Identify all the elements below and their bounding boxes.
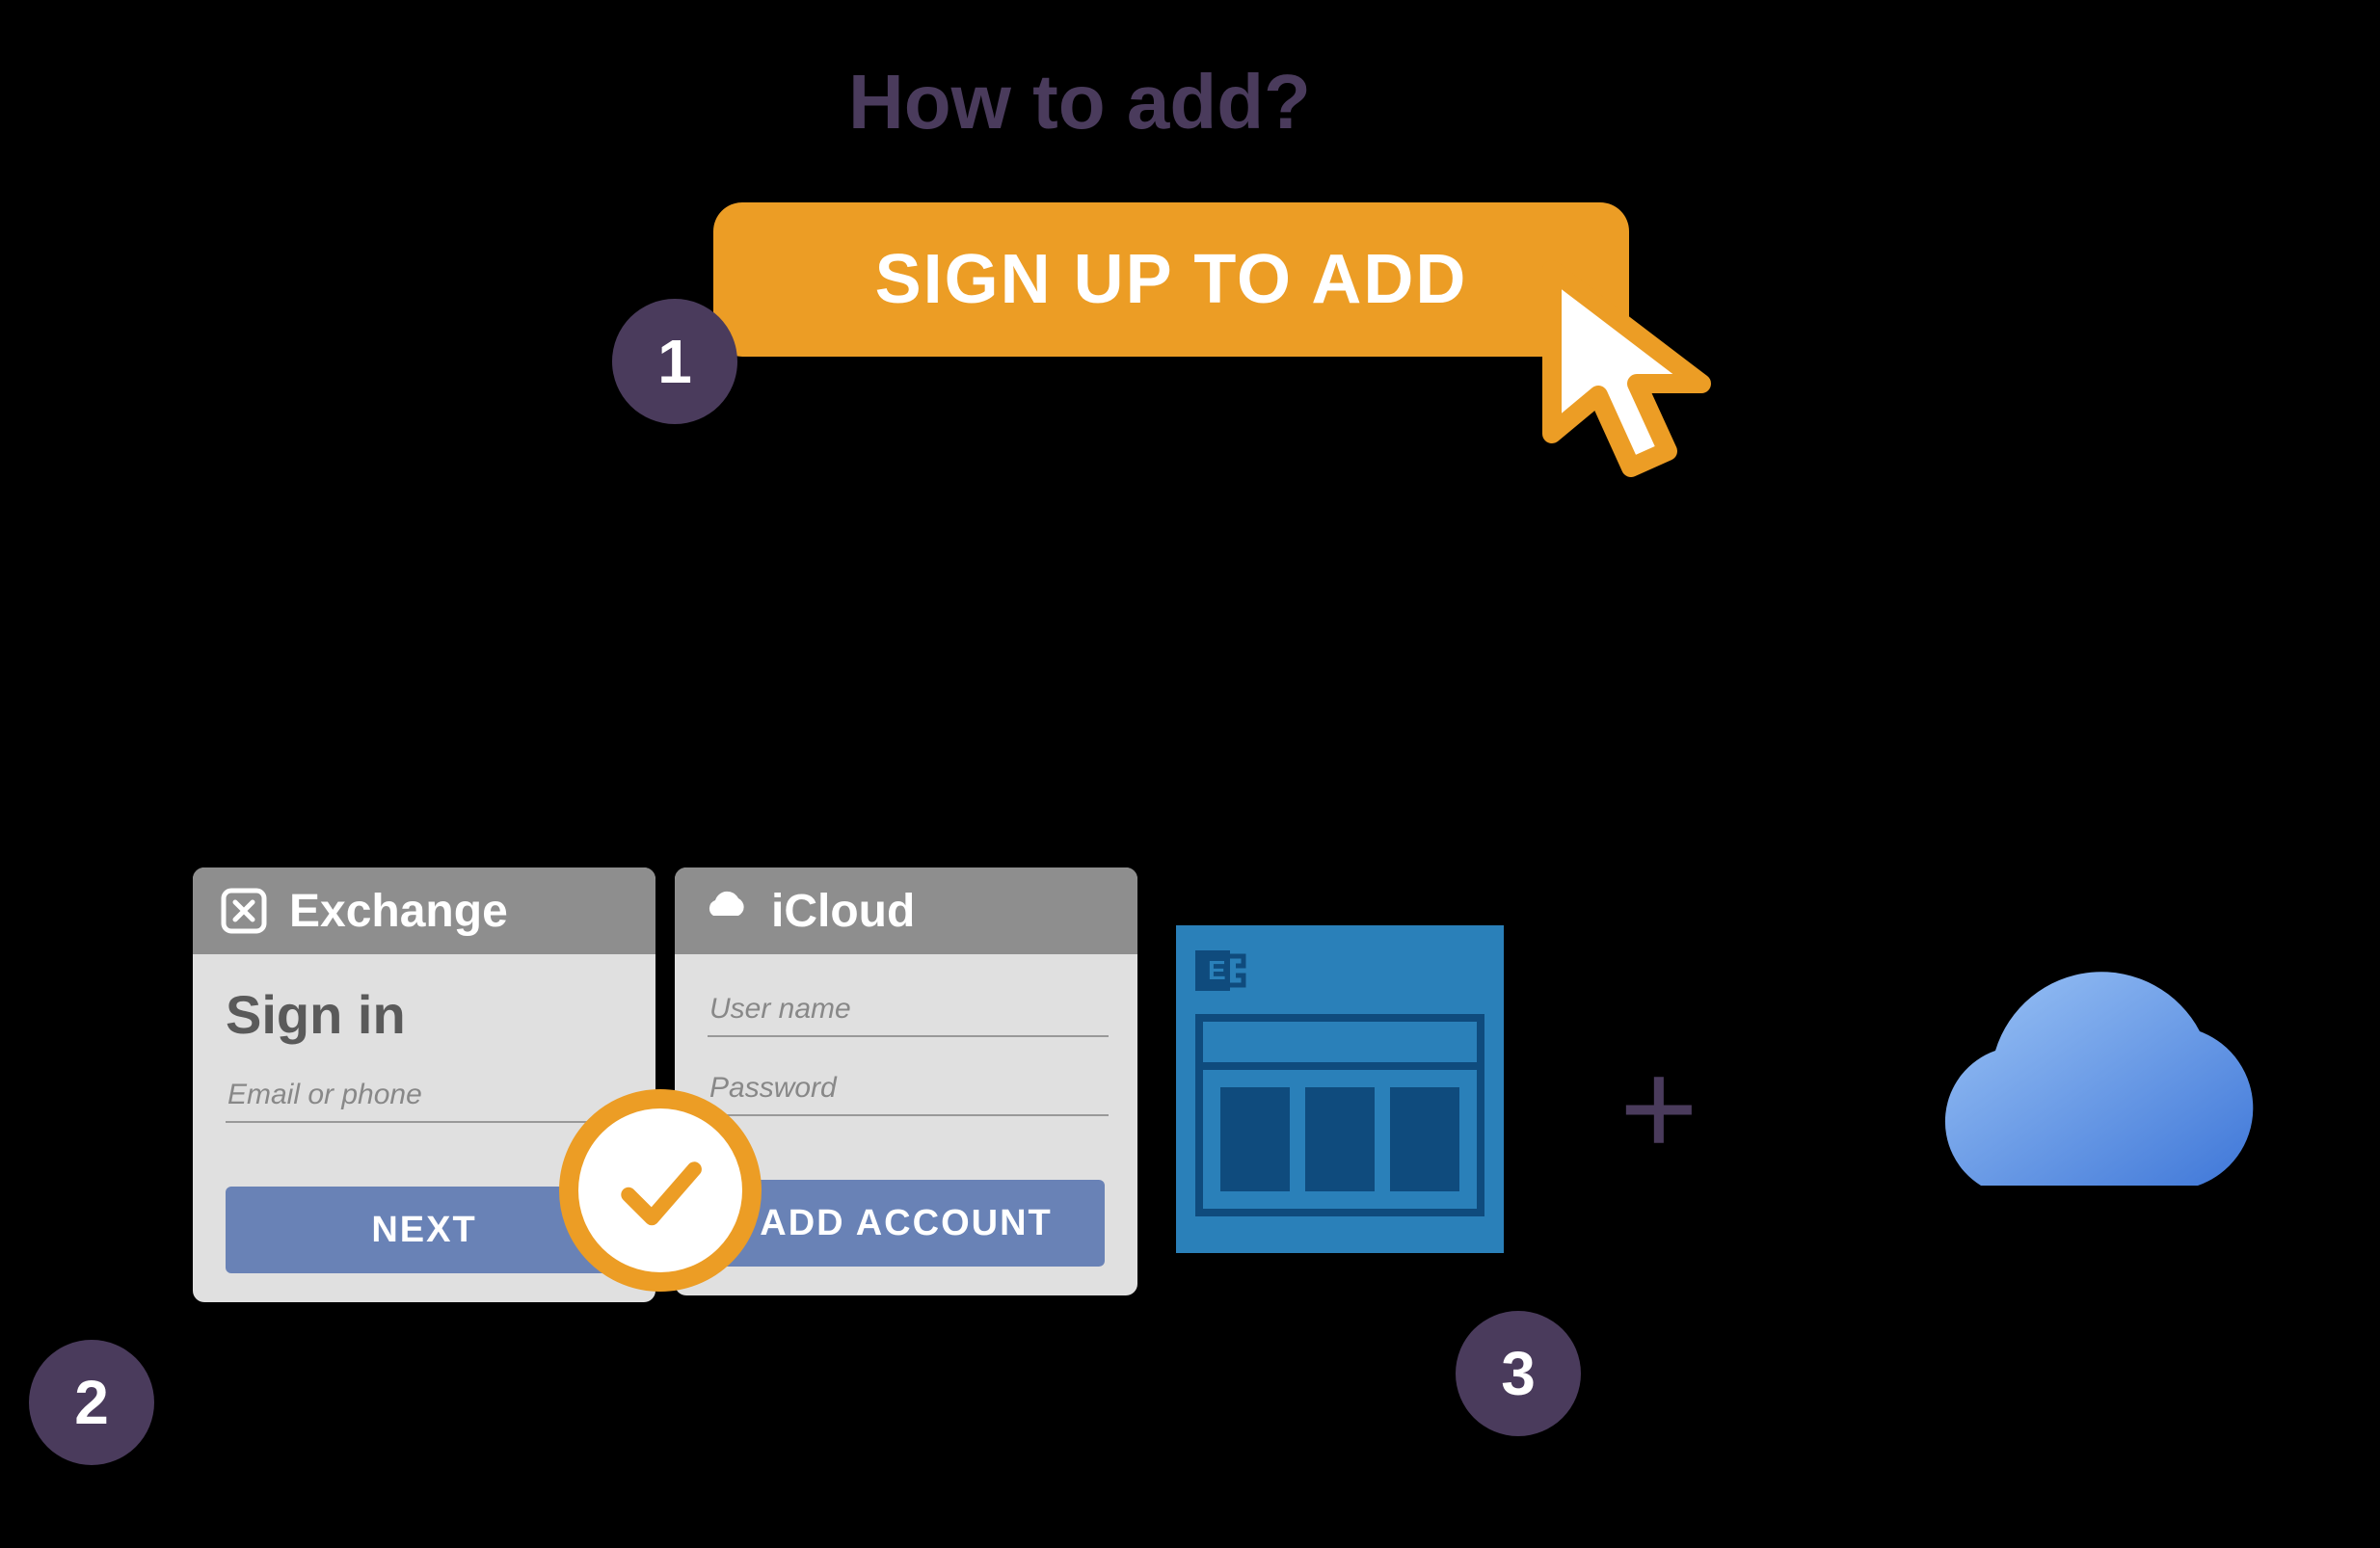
step-1-label: 1	[657, 326, 692, 397]
icloud-password-field[interactable]	[708, 1062, 1109, 1116]
step-3-badge: 3	[1456, 1311, 1581, 1436]
exchange-card-header: Exchange	[193, 867, 655, 954]
exchange-signin-label: Sign in	[226, 983, 623, 1046]
page-title: How to add?	[848, 58, 1311, 147]
exchange-calendar-icon: E	[1176, 925, 1504, 1253]
cursor-icon	[1533, 260, 1745, 516]
cloud-small-icon	[702, 887, 750, 935]
step-2-label: 2	[74, 1367, 109, 1438]
exchange-icon	[220, 887, 268, 935]
icloud-add-account-label: ADD ACCOUNT	[760, 1203, 1052, 1244]
step-2-badge: 2	[29, 1340, 154, 1465]
exchange-email-field[interactable]	[226, 1069, 627, 1123]
calendar-grid-icon	[1195, 1014, 1484, 1216]
icloud-add-account-button[interactable]: ADD ACCOUNT	[708, 1180, 1105, 1267]
exchange-header-label: Exchange	[289, 885, 508, 938]
step-3-label: 3	[1501, 1338, 1536, 1409]
exchange-next-label: NEXT	[371, 1210, 476, 1251]
step-1-badge: 1	[612, 299, 737, 424]
success-check-icon	[559, 1089, 762, 1292]
svg-text:E: E	[1208, 955, 1226, 985]
plus-icon: +	[1619, 1041, 1698, 1176]
icloud-header-label: iCloud	[771, 885, 915, 938]
icloud-card-header: iCloud	[675, 867, 1137, 954]
exchange-tile-icon: E	[1195, 945, 1247, 997]
icloud-username-field[interactable]	[708, 983, 1109, 1037]
signup-button[interactable]: SIGN UP TO ADD	[713, 202, 1629, 357]
icloud-large-icon	[1889, 945, 2294, 1229]
signup-button-label: SIGN UP TO ADD	[875, 240, 1468, 319]
